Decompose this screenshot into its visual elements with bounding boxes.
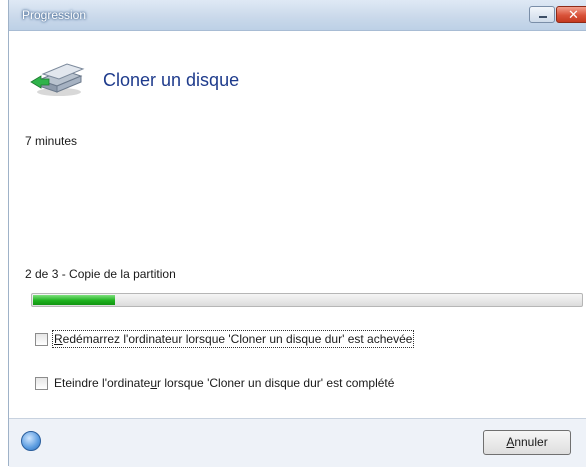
shutdown-label[interactable]: Eteindre l'ordinateur lorsque 'Cloner un… — [54, 376, 394, 390]
disk-clone-icon — [30, 63, 85, 96]
minimize-button[interactable] — [529, 6, 555, 23]
restart-checkbox[interactable] — [35, 332, 48, 346]
close-icon: ✕ — [568, 7, 579, 22]
restart-label[interactable]: Redémarrez l'ordinateur lorsque 'Cloner … — [51, 330, 415, 348]
progress-window: Progression ✕ Cloner un disque 7 minutes… — [8, 0, 586, 467]
minimize-icon — [539, 16, 547, 18]
progress-fill — [33, 295, 115, 305]
cancel-button[interactable]: Annuler — [483, 430, 571, 455]
window-title: Progression — [22, 8, 87, 22]
title-bar[interactable]: Progression ✕ — [9, 0, 586, 31]
dialog-footer: Annuler — [9, 418, 586, 467]
operation-title: Cloner un disque — [103, 70, 240, 90]
shutdown-checkbox[interactable] — [35, 376, 48, 390]
shutdown-option[interactable]: Eteindre l'ordinateur lorsque 'Cloner un… — [35, 374, 394, 392]
close-button[interactable]: ✕ — [556, 6, 586, 23]
progress-bar — [31, 293, 583, 307]
restart-option[interactable]: Redémarrez l'ordinateur lorsque 'Cloner … — [35, 330, 415, 348]
step-status: 2 de 3 - Copie de la partition — [25, 267, 176, 281]
time-remaining: 7 minutes — [25, 134, 78, 148]
help-icon[interactable] — [21, 431, 41, 451]
